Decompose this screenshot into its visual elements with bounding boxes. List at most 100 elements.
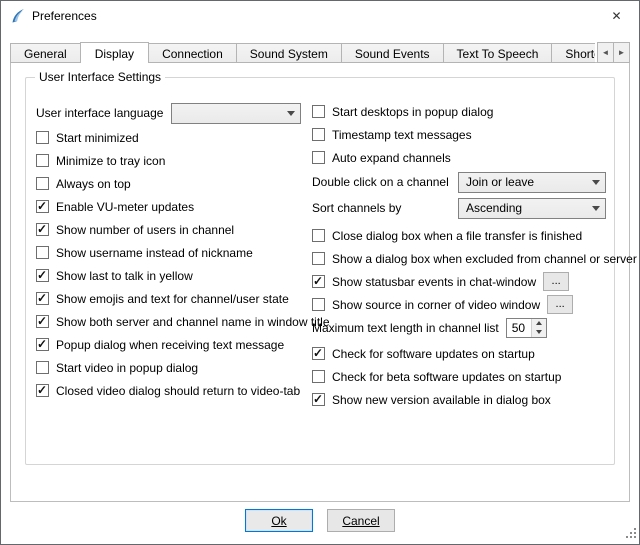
checkbox-show-source-video-window[interactable]: Show source in corner of video window ..… — [312, 293, 606, 316]
checkbox-box — [312, 105, 325, 118]
checkbox-label: Start video in popup dialog — [56, 361, 198, 375]
checkbox-dialog-when-excluded[interactable]: Show a dialog box when excluded from cha… — [312, 247, 606, 270]
double-click-label: Double click on a channel — [312, 175, 449, 189]
checkbox-label: Show both server and channel name in win… — [56, 315, 330, 329]
checkbox-box — [312, 275, 325, 288]
tab-display[interactable]: Display — [80, 42, 149, 63]
checkbox-box — [312, 229, 325, 242]
checkbox-statusbar-events-chat[interactable]: Show statusbar events in chat-window ... — [312, 270, 606, 293]
checkbox-last-to-talk-yellow[interactable]: Show last to talk in yellow — [36, 264, 312, 287]
checkbox-always-on-top[interactable]: Always on top — [36, 172, 312, 195]
checkbox-desktops-popup[interactable]: Start desktops in popup dialog — [312, 100, 606, 123]
checkbox-auto-expand-channels[interactable]: Auto expand channels — [312, 146, 606, 169]
checkbox-box — [36, 154, 49, 167]
close-button[interactable]: ✕ — [594, 2, 639, 31]
tab-scroll-left-icon[interactable]: ◄ — [597, 42, 614, 63]
app-icon — [10, 8, 26, 24]
group-title: User Interface Settings — [35, 70, 165, 84]
tab-bar: General Display Connection Sound System … — [10, 41, 595, 63]
resize-grip[interactable] — [624, 526, 637, 542]
checkbox-label: Show new version available in dialog box — [332, 393, 551, 407]
checkbox-timestamp-messages[interactable]: Timestamp text messages — [312, 123, 606, 146]
checkbox-label: Start minimized — [56, 131, 139, 145]
checkbox-box — [36, 338, 49, 351]
tab-connection[interactable]: Connection — [148, 43, 237, 63]
checkbox-label: Popup dialog when receiving text message — [56, 338, 284, 352]
checkbox-box — [312, 347, 325, 360]
checkbox-username-instead-nickname[interactable]: Show username instead of nickname — [36, 241, 312, 264]
checkbox-label: Close dialog box when a file transfer is… — [332, 229, 582, 243]
checkbox-start-minimized[interactable]: Start minimized — [36, 126, 312, 149]
checkbox-label: Show a dialog box when excluded from cha… — [332, 252, 637, 266]
tab-general[interactable]: General — [10, 43, 81, 63]
max-text-length-label: Maximum text length in channel list — [312, 321, 499, 335]
checkbox-check-beta-updates[interactable]: Check for beta software updates on start… — [312, 365, 606, 388]
max-text-length-value: 50 — [507, 319, 531, 337]
chevron-down-icon — [287, 111, 295, 116]
tab-shortcuts[interactable]: Shortcuts — [551, 43, 595, 63]
checkbox-label: Show statusbar events in chat-window — [332, 275, 536, 289]
double-click-combobox[interactable]: Join or leave — [458, 172, 606, 193]
double-click-value: Join or leave — [466, 175, 534, 189]
ok-button-label: Ok — [271, 514, 286, 528]
checkbox-box — [36, 246, 49, 259]
video-source-more-button[interactable]: ... — [547, 295, 573, 314]
spinner-arrows[interactable] — [531, 319, 546, 337]
max-text-length-spinner[interactable]: 50 — [506, 318, 547, 338]
checkbox-label: Show last to talk in yellow — [56, 269, 193, 283]
checkbox-label: Closed video dialog should return to vid… — [56, 384, 300, 398]
checkbox-box — [36, 223, 49, 236]
sort-channels-label: Sort channels by — [312, 201, 401, 215]
tab-sound-system[interactable]: Sound System — [236, 43, 342, 63]
checkbox-label: Show number of users in channel — [56, 223, 234, 237]
checkbox-label: Enable VU-meter updates — [56, 200, 194, 214]
title-bar[interactable]: Preferences ✕ — [1, 1, 639, 31]
checkbox-server-channel-in-title[interactable]: Show both server and channel name in win… — [36, 310, 312, 333]
checkbox-box — [36, 361, 49, 374]
checkbox-check-updates-startup[interactable]: Check for software updates on startup — [312, 342, 606, 365]
tab-sound-events[interactable]: Sound Events — [341, 43, 444, 63]
right-column: Start desktops in popup dialog Timestamp… — [312, 100, 606, 411]
checkbox-label: Start desktops in popup dialog — [332, 105, 493, 119]
checkbox-label: Check for software updates on startup — [332, 347, 535, 361]
checkbox-label: Always on top — [56, 177, 131, 191]
checkbox-minimize-to-tray[interactable]: Minimize to tray icon — [36, 149, 312, 172]
footer-buttons: Ok Cancel — [1, 509, 639, 532]
checkbox-emojis-text-state[interactable]: Show emojis and text for channel/user st… — [36, 287, 312, 310]
ok-button[interactable]: Ok — [245, 509, 313, 532]
cancel-button[interactable]: Cancel — [327, 509, 395, 532]
checkbox-box — [312, 128, 325, 141]
left-column: User interface language Start minimized … — [36, 100, 312, 402]
checkbox-label: Auto expand channels — [332, 151, 451, 165]
checkbox-popup-on-text-message[interactable]: Popup dialog when receiving text message — [36, 333, 312, 356]
checkbox-box — [36, 131, 49, 144]
tab-text-to-speech[interactable]: Text To Speech — [443, 43, 553, 63]
checkbox-vu-meter-updates[interactable]: Enable VU-meter updates — [36, 195, 312, 218]
language-combobox[interactable] — [171, 103, 301, 124]
checkbox-label: Show source in corner of video window — [332, 298, 540, 312]
window-title: Preferences — [32, 9, 97, 23]
spinner-up-icon[interactable] — [532, 319, 546, 328]
checkbox-new-version-dialog[interactable]: Show new version available in dialog box — [312, 388, 606, 411]
checkbox-close-on-transfer-finished[interactable]: Close dialog box when a file transfer is… — [312, 224, 606, 247]
checkbox-box — [312, 393, 325, 406]
spinner-down-icon[interactable] — [532, 328, 546, 337]
sort-channels-combobox[interactable]: Ascending — [458, 198, 606, 219]
checkbox-label: Timestamp text messages — [332, 128, 472, 142]
checkbox-video-popup-dialog[interactable]: Start video in popup dialog — [36, 356, 312, 379]
checkbox-label: Show emojis and text for channel/user st… — [56, 292, 289, 306]
tab-scroll-right-icon[interactable]: ► — [613, 42, 630, 63]
chevron-down-icon — [592, 180, 600, 185]
checkbox-label: Show username instead of nickname — [56, 246, 253, 260]
user-interface-settings-group: User Interface Settings User interface l… — [25, 77, 615, 465]
checkbox-closed-video-return-tab[interactable]: Closed video dialog should return to vid… — [36, 379, 312, 402]
checkbox-box — [36, 269, 49, 282]
checkbox-box — [312, 252, 325, 265]
statusbar-events-more-button[interactable]: ... — [543, 272, 569, 291]
checkbox-show-user-count[interactable]: Show number of users in channel — [36, 218, 312, 241]
display-tab-pane: User Interface Settings User interface l… — [10, 62, 630, 502]
cancel-button-label: Cancel — [342, 514, 379, 528]
checkbox-box — [36, 200, 49, 213]
checkbox-box — [312, 151, 325, 164]
checkbox-box — [36, 384, 49, 397]
